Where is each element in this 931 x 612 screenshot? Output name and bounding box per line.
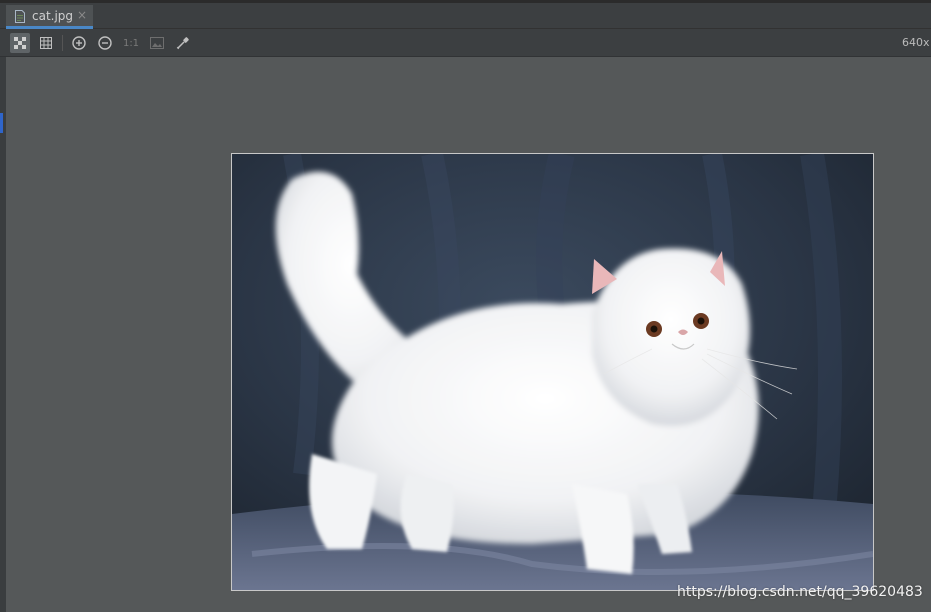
zoom-in-button[interactable] (69, 33, 89, 53)
color-picker-button[interactable] (173, 33, 193, 53)
editor-tab-bar: cat.jpg × (0, 3, 931, 29)
watermark-url: https://blog.csdn.net/qq_39620483 (677, 584, 923, 600)
fit-to-window-button[interactable] (147, 33, 167, 53)
grid-icon (40, 37, 52, 49)
cat-photo (232, 154, 873, 590)
grid-toggle-button[interactable] (36, 33, 56, 53)
zoom-in-icon (72, 36, 86, 50)
zoom-out-button[interactable] (95, 33, 115, 53)
actual-size-label: 1:1 (122, 37, 140, 49)
cat-image (231, 153, 874, 591)
image-size-info: 640x (902, 36, 930, 49)
image-canvas[interactable] (6, 57, 931, 612)
chessboard-toggle-button[interactable] (10, 33, 30, 53)
image-editor-toolbar: 1:1 640x (0, 29, 931, 57)
toolbar-separator (62, 35, 63, 51)
close-icon[interactable]: × (77, 8, 87, 22)
fit-to-window-icon (150, 37, 164, 49)
zoom-out-icon (98, 36, 112, 50)
left-strip-marker (0, 113, 3, 133)
tab-label: cat.jpg (32, 9, 74, 23)
chessboard-background-icon (14, 37, 26, 49)
color-picker-icon (176, 37, 189, 50)
tab-cat-jpg[interactable]: cat.jpg × (6, 5, 93, 29)
actual-size-button[interactable]: 1:1 (121, 33, 141, 53)
image-file-icon (15, 10, 25, 23)
